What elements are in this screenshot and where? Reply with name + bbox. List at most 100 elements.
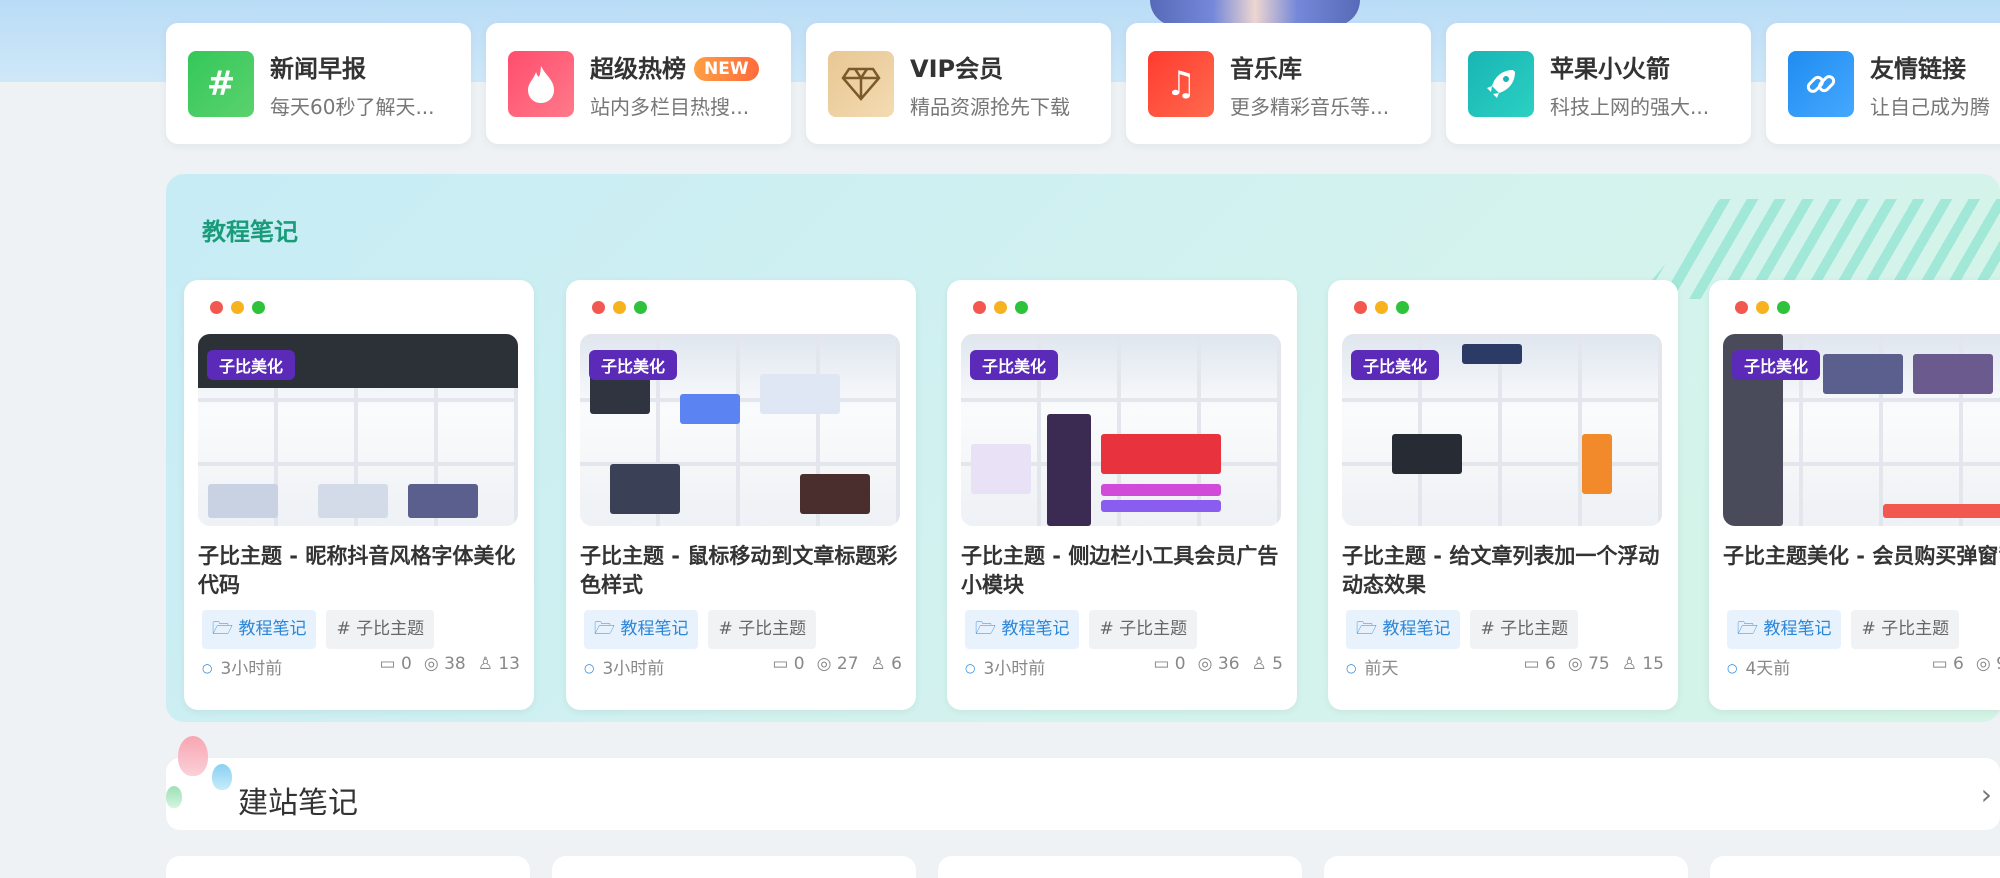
tutorial-section: 教程笔记 子比美化 子比主题 - 昵称抖音风格字体美化代码 🗁 教程笔记 # 子… bbox=[166, 174, 2000, 722]
comment-value: 0 bbox=[1174, 654, 1186, 674]
like-value: 13 bbox=[498, 654, 520, 674]
quick-link-desc: 让自己成为腾 bbox=[1870, 95, 1990, 119]
section-title[interactable]: 教程笔记 bbox=[202, 212, 298, 247]
post-time: 3小时前 bbox=[584, 654, 664, 679]
article-card[interactable]: 子比美化 子比主题 - 鼠标移动到文章标题彩色样式 🗁 教程笔记 # 子比主题 … bbox=[566, 280, 916, 710]
quick-link-title: VIP会员 bbox=[910, 55, 1004, 83]
tag-chip[interactable]: # 子比主题 bbox=[326, 610, 435, 649]
thumbnail-tag[interactable]: 子比美化 bbox=[207, 350, 296, 380]
comment-count: ▭ 0 bbox=[1153, 654, 1185, 674]
comment-count: ▭ 6 bbox=[1524, 654, 1556, 674]
article-thumbnail[interactable]: 子比美化 bbox=[198, 334, 518, 526]
thumbs-up-icon: ♙ bbox=[477, 654, 493, 674]
quick-link-friends[interactable]: 友情链接 让自己成为腾 bbox=[1766, 23, 2000, 144]
article-card[interactable] bbox=[166, 856, 530, 878]
quick-link-title-text: 超级热榜 bbox=[590, 55, 686, 83]
category-chip[interactable]: 🗁 教程笔记 bbox=[1346, 610, 1461, 649]
article-thumbnail[interactable]: 子比美化 bbox=[1723, 334, 2000, 526]
category-label: 教程笔记 bbox=[1763, 619, 1832, 639]
green-dot-icon bbox=[252, 301, 265, 314]
comment-value: 0 bbox=[793, 654, 805, 674]
post-time: 4天前 bbox=[1727, 654, 1790, 679]
thumbnail-tag[interactable]: 子比美化 bbox=[589, 350, 678, 380]
post-time: 3小时前 bbox=[965, 654, 1045, 679]
category-chip[interactable]: 🗁 教程笔记 bbox=[584, 610, 699, 649]
article-thumbnail[interactable]: 子比美化 bbox=[1342, 334, 1662, 526]
category-chip[interactable]: 🗁 教程笔记 bbox=[965, 610, 1080, 649]
category-chip[interactable]: 🗁 教程笔记 bbox=[202, 610, 317, 649]
article-title[interactable]: 子比主题 - 侧边栏小工具会员广告小模块 bbox=[961, 542, 1283, 600]
green-dot-icon bbox=[1396, 301, 1409, 314]
article-card[interactable] bbox=[552, 856, 916, 878]
view-count: ◎ 96 bbox=[1976, 654, 2000, 674]
comment-value: 0 bbox=[400, 654, 412, 674]
article-title[interactable]: 子比主题 - 昵称抖音风格字体美化代码 bbox=[198, 542, 520, 600]
thumbs-up-icon: ♙ bbox=[870, 654, 886, 674]
comment-icon: ▭ bbox=[1153, 654, 1170, 674]
view-value: 96 bbox=[1996, 654, 2000, 674]
yellow-dot-icon bbox=[994, 301, 1007, 314]
article-card[interactable] bbox=[938, 856, 1302, 878]
chevron-right-icon[interactable]: › bbox=[1981, 778, 1992, 811]
article-card[interactable]: 子比美化 子比主题 - 昵称抖音风格字体美化代码 🗁 教程笔记 # 子比主题 3… bbox=[184, 280, 534, 710]
tag-label: 子比主题 bbox=[1881, 619, 1950, 639]
article-card[interactable]: 子比美化 子比主题 - 侧边栏小工具会员广告小模块 🗁 教程笔记 # 子比主题 … bbox=[947, 280, 1297, 710]
thumbs-up-icon: ♙ bbox=[1621, 654, 1637, 674]
diamond-icon bbox=[828, 51, 894, 117]
section-title[interactable]: 建站笔记 bbox=[238, 778, 358, 822]
article-card[interactable] bbox=[1324, 856, 1688, 878]
quick-link-title: 音乐库 bbox=[1230, 55, 1302, 83]
yellow-dot-icon bbox=[231, 301, 244, 314]
tag-chip[interactable]: # 子比主题 bbox=[708, 610, 817, 649]
comment-value: 6 bbox=[1544, 654, 1556, 674]
category-chip[interactable]: 🗁 教程笔记 bbox=[1727, 610, 1842, 649]
quick-link-hot[interactable]: 超级热榜 NEW 站内多栏目热搜... bbox=[486, 23, 791, 144]
like-value: 15 bbox=[1642, 654, 1664, 674]
article-thumbnail[interactable]: 子比美化 bbox=[580, 334, 900, 526]
quick-link-news[interactable]: # 新闻早报 每天60秒了解天... bbox=[166, 23, 471, 144]
green-dot-icon bbox=[1777, 301, 1790, 314]
article-card[interactable] bbox=[1710, 856, 2000, 878]
category-label: 教程笔记 bbox=[1001, 619, 1070, 639]
article-thumbnail[interactable]: 子比美化 bbox=[961, 334, 1281, 526]
tag-label: 子比主题 bbox=[1500, 619, 1569, 639]
eye-icon: ◎ bbox=[1975, 654, 1991, 674]
article-title[interactable]: 子比主题美化 - 会员购买弹窗背景 bbox=[1723, 542, 2000, 600]
hash-icon: # bbox=[188, 51, 254, 117]
quick-link-vip[interactable]: VIP会员 精品资源抢先下载 bbox=[806, 23, 1111, 144]
music-icon: ♫ bbox=[1148, 51, 1214, 117]
window-dots bbox=[973, 301, 1028, 314]
quick-link-music[interactable]: ♫ 音乐库 更多精彩音乐等... bbox=[1126, 23, 1431, 144]
red-dot-icon bbox=[210, 301, 223, 314]
tag-label: 子比主题 bbox=[1119, 619, 1188, 639]
thumbnail-tag[interactable]: 子比美化 bbox=[1351, 350, 1440, 380]
comment-value: 6 bbox=[1953, 654, 1964, 674]
view-value: 75 bbox=[1588, 654, 1610, 674]
tag-chip[interactable]: # 子比主题 bbox=[1851, 610, 1960, 649]
like-count: ♙ 5 bbox=[1252, 654, 1283, 674]
article-title[interactable]: 子比主题 - 给文章列表加一个浮动动态效果 bbox=[1342, 542, 1664, 600]
tag-chip[interactable]: # 子比主题 bbox=[1470, 610, 1579, 649]
view-count: ◎ 75 bbox=[1568, 654, 1610, 674]
quick-link-rocket[interactable]: 苹果小火箭 科技上网的强大... bbox=[1446, 23, 1751, 144]
window-dots bbox=[1354, 301, 1409, 314]
category-label: 教程笔记 bbox=[238, 619, 307, 639]
like-value: 6 bbox=[891, 654, 902, 674]
comment-icon: ▭ bbox=[379, 654, 396, 674]
article-card[interactable]: 子比美化 子比主题美化 - 会员购买弹窗背景 🗁 教程笔记 # 子比主题 4天前… bbox=[1709, 280, 2000, 710]
article-title[interactable]: 子比主题 - 鼠标移动到文章标题彩色样式 bbox=[580, 542, 902, 600]
tag-chip[interactable]: # 子比主题 bbox=[1089, 610, 1198, 649]
quick-link-title: 友情链接 bbox=[1870, 55, 1966, 83]
fire-icon bbox=[508, 51, 574, 117]
thumbnail-tag[interactable]: 子比美化 bbox=[1732, 350, 1821, 380]
view-value: 38 bbox=[444, 654, 466, 674]
quick-link-desc: 每天60秒了解天... bbox=[270, 95, 435, 119]
eye-icon: ◎ bbox=[423, 654, 439, 674]
thumbnail-tag[interactable]: 子比美化 bbox=[970, 350, 1059, 380]
balloon-icon bbox=[178, 736, 208, 776]
balloon-icon bbox=[212, 764, 232, 790]
like-count: ♙ 15 bbox=[1622, 654, 1664, 674]
article-card[interactable]: 子比美化 子比主题 - 给文章列表加一个浮动动态效果 🗁 教程笔记 # 子比主题… bbox=[1328, 280, 1678, 710]
red-dot-icon bbox=[1354, 301, 1367, 314]
eye-icon: ◎ bbox=[1197, 654, 1213, 674]
